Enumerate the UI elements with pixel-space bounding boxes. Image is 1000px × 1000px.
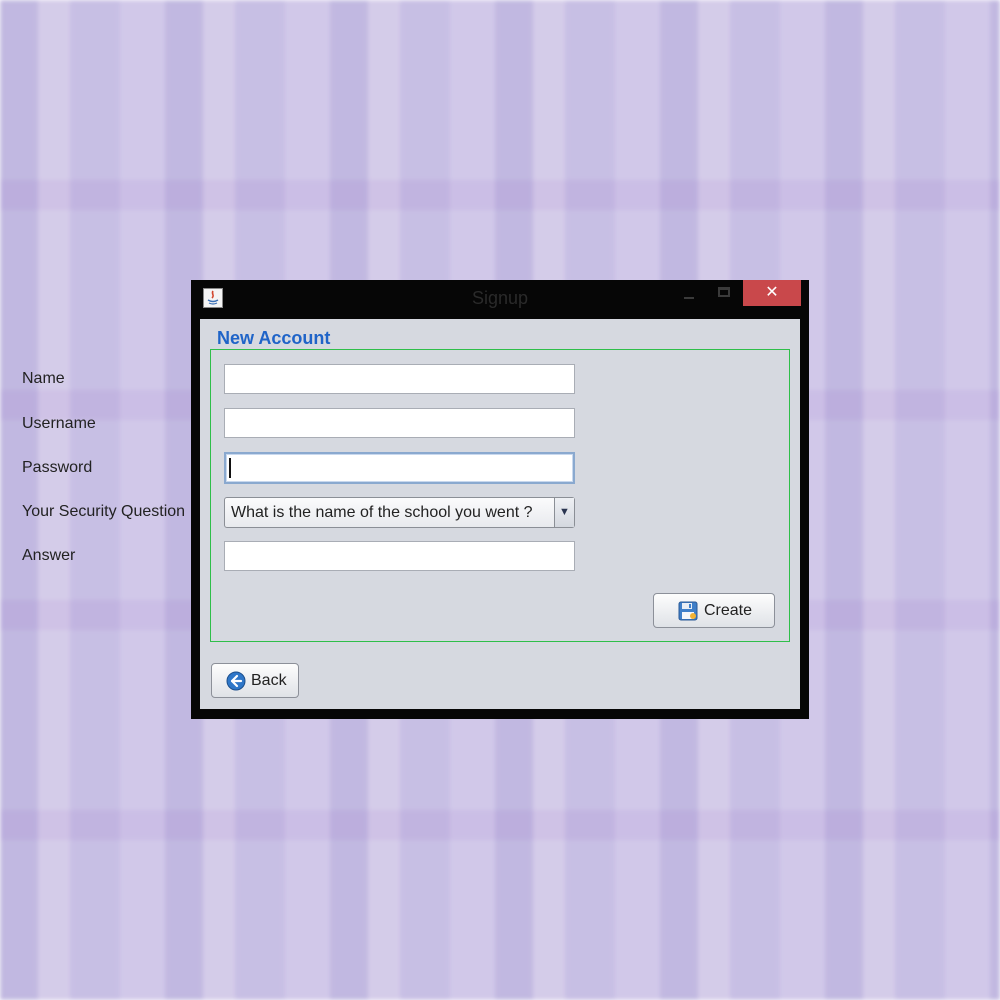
back-arrow-icon <box>226 671 246 696</box>
answer-field[interactable] <box>224 541 575 571</box>
group-title: New Account <box>217 328 331 348</box>
close-button[interactable]: ✕ <box>743 280 801 306</box>
answer-label: Answer <box>22 547 76 564</box>
password-label: Password <box>22 459 93 476</box>
password-field[interactable] <box>224 452 575 484</box>
back-button-label: Back <box>251 672 287 689</box>
create-button-label: Create <box>704 602 753 619</box>
security-question-value: What is the name of the school you went … <box>231 504 533 521</box>
username-field[interactable] <box>224 408 575 438</box>
floppy-disk-icon <box>678 601 698 626</box>
title-bar[interactable]: Signup ✕ <box>191 280 809 318</box>
name-label: Name <box>22 370 65 387</box>
security-question-select[interactable]: What is the name of the school you went … <box>224 497 575 528</box>
text-caret <box>229 458 231 478</box>
window-title: Signup <box>471 288 529 308</box>
maximize-button[interactable] <box>718 287 730 297</box>
username-label: Username <box>22 415 96 432</box>
create-button[interactable]: Create <box>653 593 775 628</box>
name-field[interactable] <box>224 364 575 394</box>
back-button[interactable]: Back <box>211 663 299 698</box>
minimize-button[interactable] <box>681 288 697 306</box>
security-question-label: Your Security Question <box>22 503 186 520</box>
chevron-down-icon[interactable]: ▼ <box>554 498 574 527</box>
